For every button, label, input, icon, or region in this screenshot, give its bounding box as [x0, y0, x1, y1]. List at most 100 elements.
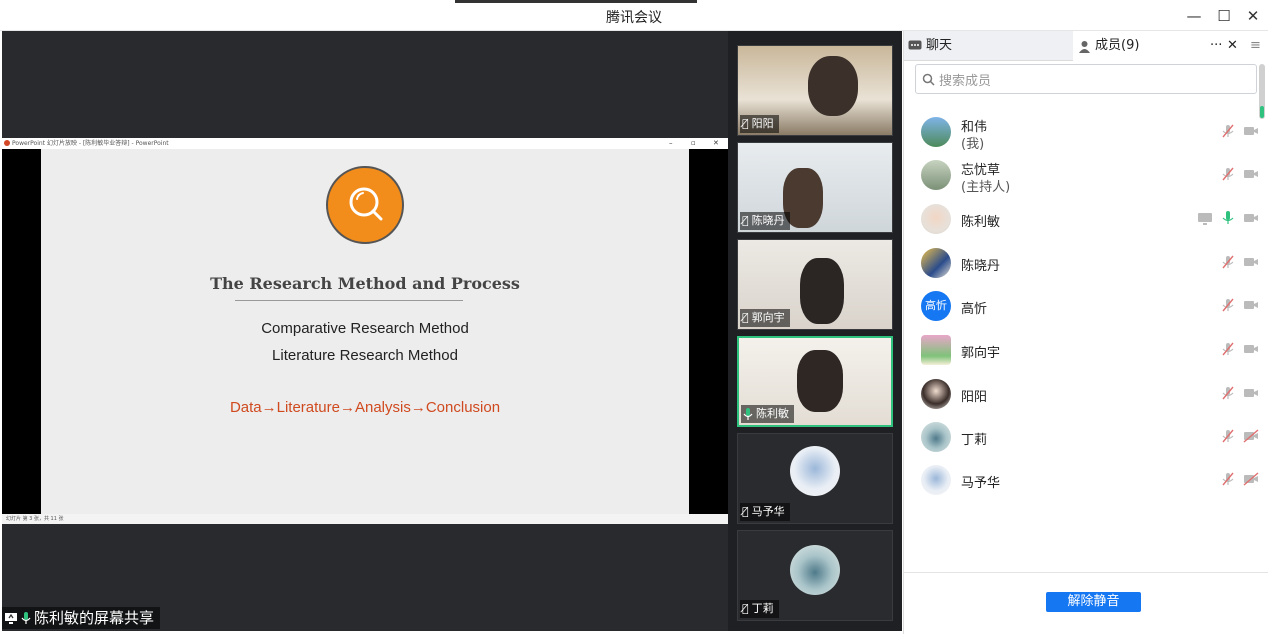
ppt-statusbar: 幻灯片 第 3 张，共 11 张 [2, 514, 728, 524]
tab-chat[interactable]: 聊天 [908, 31, 1072, 61]
avatar [921, 160, 951, 190]
more-options-button[interactable]: ··· [1210, 31, 1222, 61]
person-icon [1079, 40, 1090, 53]
member-name: 陈利敏 [961, 215, 1001, 230]
tile-name: 郭向宇 [751, 311, 785, 324]
shared-screen-stage: PowerPoint 幻灯片放映 - [陈利敏毕业答辩] - PowerPoin… [2, 31, 728, 631]
tab-members[interactable]: 成员(9) [1073, 31, 1268, 61]
camera-icon[interactable] [1243, 210, 1259, 226]
camera-icon[interactable] [1243, 341, 1259, 357]
mic-muted-icon: 🎙̸ [742, 505, 749, 518]
member-role: (主持人) [961, 180, 1011, 195]
member-row[interactable]: 和伟 (我) [904, 111, 1268, 154]
mic-muted-icon[interactable] [1220, 166, 1236, 182]
panel-divider [904, 572, 1268, 573]
mic-muted-icon: 🎙̸ [742, 214, 749, 227]
minimize-button[interactable]: — [1183, 5, 1205, 27]
member-search-field[interactable]: 搜索成员 [915, 64, 1257, 94]
tile-name-label: 🎙̸ 丁莉 [740, 600, 779, 618]
slide: The Research Method and Process Comparat… [41, 149, 689, 514]
mic-muted-icon[interactable] [1220, 471, 1236, 487]
ppt-status-text: 幻灯片 第 3 张，共 11 张 [6, 516, 64, 522]
slide-flow: Data→Literature→Analysis→Conclusion [229, 399, 501, 416]
panel-close-button[interactable]: ✕ [1227, 31, 1238, 61]
mic-muted-icon[interactable] [1220, 254, 1236, 270]
screen-share-label: 陈利敏的屏幕共享 [2, 607, 161, 629]
avatar [921, 248, 951, 278]
video-tile[interactable]: 🎙̸ 郭向宇 [737, 239, 893, 330]
camera-icon[interactable] [1243, 123, 1259, 139]
member-name: 高忻 [961, 302, 988, 317]
camera-icon[interactable] [1243, 385, 1259, 401]
member-row[interactable]: 高忻 高忻 [904, 285, 1268, 328]
video-tile[interactable]: 🎙̸ 陈晓丹 [737, 142, 893, 233]
participant-video [797, 350, 843, 412]
maximize-button[interactable]: ☐ [1213, 5, 1235, 27]
mic-muted-icon[interactable] [1220, 341, 1236, 357]
mic-muted-icon[interactable] [1220, 428, 1236, 444]
member-role: (我) [961, 137, 985, 152]
tab-chat-label: 聊天 [926, 38, 953, 53]
unmute-all-button[interactable]: 解除静音 [1046, 592, 1141, 612]
avatar [921, 335, 951, 365]
member-row[interactable]: 阳阳 [904, 373, 1268, 416]
camera-off-icon[interactable] [1243, 428, 1259, 444]
member-row[interactable]: 陈利敏 [904, 198, 1268, 241]
video-tile[interactable]: 🎙̸ 马予华 [737, 433, 893, 524]
member-name: 陈晓丹 [961, 259, 1001, 274]
chat-icon [908, 40, 922, 50]
magnifier-icon [349, 187, 383, 221]
tile-name-label: 🎙̸ 陈晓丹 [740, 212, 790, 230]
ppt-close-icon: ✕ [713, 139, 719, 147]
participant-video [800, 258, 844, 324]
slide-divider [235, 300, 463, 301]
avatar: 高忻 [921, 291, 951, 321]
powerpoint-window: PowerPoint 幻灯片放映 - [陈利敏毕业答辩] - PowerPoin… [2, 138, 728, 524]
tile-name: 陈利敏 [756, 407, 789, 420]
mic-on-icon [743, 408, 753, 420]
member-row[interactable]: 丁莉 [904, 416, 1268, 459]
mic-muted-icon[interactable] [1220, 123, 1236, 139]
member-row[interactable]: 陈晓丹 [904, 242, 1268, 285]
mic-muted-icon[interactable] [1220, 297, 1236, 313]
tile-name-label: 🎙̸ 马予华 [740, 503, 790, 521]
member-row[interactable]: 马予华 [904, 459, 1268, 502]
ppt-minimize-icon: – [669, 139, 673, 147]
member-name: 郭向宇 [961, 346, 1001, 361]
screen-share-icon [5, 613, 17, 624]
mic-muted-icon: 🎙̸ [742, 311, 749, 324]
app-title: 腾讯会议 [606, 10, 662, 26]
avatar [921, 117, 951, 147]
avatar [921, 422, 951, 452]
member-name: 马予华 [961, 476, 1001, 491]
mic-on-icon [21, 612, 31, 624]
close-button[interactable]: ✕ [1242, 5, 1264, 27]
camera-icon[interactable] [1243, 254, 1259, 270]
menu-icon[interactable]: ≡ [1250, 31, 1261, 61]
member-name: 阳阳 [961, 390, 988, 405]
tile-name: 马予华 [751, 505, 785, 518]
member-row[interactable]: 忘忧草 (主持人) [904, 154, 1268, 197]
video-tile-speaking[interactable]: 陈利敏 [737, 336, 893, 427]
avatar [921, 204, 951, 234]
camera-icon[interactable] [1243, 297, 1259, 313]
title-accent-bar [455, 0, 697, 3]
panel-tabs: 聊天 成员(9) ··· ✕ ≡ [904, 31, 1268, 61]
search-placeholder: 搜索成员 [939, 73, 992, 89]
screen-share-text: 陈利敏的屏幕共享 [34, 609, 155, 627]
mic-on-icon[interactable] [1220, 210, 1236, 226]
mic-muted-icon[interactable] [1220, 385, 1236, 401]
slide-title: The Research Method and Process [210, 274, 520, 293]
ppt-title-text: PowerPoint 幻灯片放映 - [陈利敏毕业答辩] - PowerPoin… [12, 140, 169, 147]
video-tile[interactable]: 🎙̸ 丁莉 [737, 530, 893, 621]
ppt-restore-icon: ▫ [691, 139, 696, 147]
screen-share-icon [1198, 213, 1212, 225]
camera-icon[interactable] [1243, 166, 1259, 182]
avatar [921, 379, 951, 409]
tile-name-label: 🎙̸ 郭向宇 [740, 309, 790, 327]
camera-off-icon[interactable] [1243, 471, 1259, 487]
avatar [921, 465, 951, 495]
video-tile[interactable]: 🎙̸ 阳阳 [737, 45, 893, 136]
member-row[interactable]: 郭向宇 [904, 329, 1268, 372]
search-icon [922, 73, 935, 86]
